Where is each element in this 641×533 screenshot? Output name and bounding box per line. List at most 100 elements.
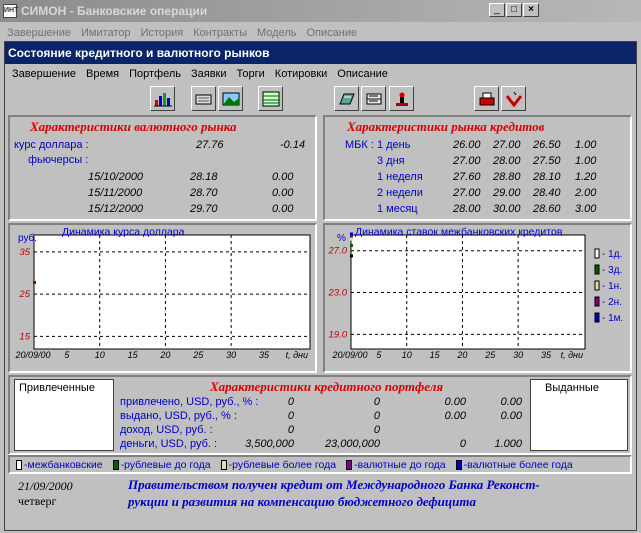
credit-rate-d: 2.00: [575, 187, 597, 199]
chart-ylabel: руб.: [18, 232, 37, 244]
app-title-bar: ИНТ СИМОН - Банковские операции: [0, 0, 641, 22]
app-title: СИМОН - Банковские операции: [21, 4, 208, 18]
attracted-list[interactable]: Привлеченные: [14, 379, 114, 451]
legend-swatch: [16, 459, 22, 470]
credit-rate-c: 26.50: [533, 139, 561, 151]
card-stack-button[interactable]: [361, 86, 386, 111]
credit-rate-a: 27.00: [453, 155, 481, 167]
credit-rate-b: 28.80: [493, 171, 521, 183]
maximize-button[interactable]: □: [506, 3, 522, 17]
menu-trades[interactable]: Торги: [232, 68, 270, 80]
issued-list[interactable]: Выданные: [530, 379, 628, 451]
portfolio-value-c: 0: [459, 438, 466, 450]
bar-chart-button[interactable]: [150, 86, 175, 111]
x-start-label: 20/09/00: [14, 350, 50, 360]
legend-label: - 1н.: [602, 281, 622, 292]
portfolio-value-a: 0: [287, 410, 294, 422]
menu-orders[interactable]: Заявки: [186, 68, 232, 80]
attracted-label: Привлеченные: [19, 382, 95, 394]
credit-rate-c: 27.50: [533, 155, 561, 167]
interbank-rates-chart-panel: Динамика ставок межбанковских кредитов% 1…: [323, 223, 632, 373]
card-stack-icon: [366, 93, 381, 104]
chart-ylabel: %: [337, 233, 346, 244]
data-point: [350, 232, 353, 236]
legend-label: - 3д.: [602, 265, 622, 276]
outer-menu-simulator[interactable]: Имитатор: [76, 27, 136, 39]
portfolio-row-label: привлечено, USD, руб., % :: [120, 396, 259, 408]
y-tick-label: 19.0: [329, 329, 348, 340]
credit-rate-c: 28.40: [533, 187, 561, 199]
market-window-title: Состояние кредитного и валютного рынков: [5, 42, 636, 64]
portfolio-value-c: 0.00: [444, 410, 466, 422]
menu-help[interactable]: Описание: [332, 68, 393, 80]
legend-label: - 2н.: [602, 297, 622, 308]
legend-swatch: [594, 312, 600, 323]
chart-title: Динамика ставок межбанковских кредитов: [355, 226, 563, 238]
close-button[interactable]: ×: [523, 3, 539, 17]
cash-button[interactable]: [191, 86, 216, 111]
landscape-icon: [222, 92, 239, 105]
news-line-1: Правительством получен кредит от Междуна…: [128, 477, 540, 492]
portfolio-value-b: 0: [373, 410, 380, 422]
credit-market-panel: Характеристики рынка кредитов МБК : 1 де…: [323, 115, 632, 221]
table-button[interactable]: [258, 86, 283, 111]
menu-time[interactable]: Время: [81, 68, 124, 80]
portfolio-value-a: 0: [287, 396, 294, 408]
futures-date: 15/11/2000: [88, 187, 143, 199]
menu-portfolio[interactable]: Портфель: [124, 68, 186, 80]
x-tick-label: 25: [484, 350, 496, 360]
legend-swatch: [220, 459, 227, 470]
x-tick-label: 30: [513, 350, 523, 360]
credit-rate-c: 28.10: [533, 171, 561, 183]
credit-market-title: Характеристики рынка кредитов: [347, 119, 545, 134]
legend-swatch: [346, 459, 353, 470]
credit-rate-d: 1.00: [575, 139, 597, 151]
minimize-button[interactable]: _: [489, 3, 505, 17]
legend-label: -валютные более года: [463, 458, 573, 471]
portfolio-row-label: деньги, USD, руб. :: [120, 438, 218, 450]
data-point: [33, 280, 36, 284]
x-tick-label: 20: [159, 350, 170, 360]
data-point: [350, 243, 353, 247]
outer-menu-exit[interactable]: Завершение: [2, 27, 76, 39]
legend-swatch: [455, 459, 462, 470]
futures-price: 29.70: [190, 203, 218, 215]
legend-label: - 1м.: [602, 313, 623, 324]
y-tick-label: 25: [18, 289, 30, 300]
legend-label: -рублевые до года: [120, 458, 211, 471]
checkmark-button[interactable]: [501, 86, 526, 111]
usd-rate-change: -0.14: [280, 139, 306, 151]
data-point: [350, 254, 353, 258]
credit-portfolio-title: Характеристики кредитного портфеля: [210, 379, 444, 394]
legend-label: -межбанковские: [24, 458, 103, 471]
cash-icon: [195, 94, 211, 104]
outer-menu-history[interactable]: История: [136, 27, 189, 39]
futures-change: 0.00: [272, 171, 294, 183]
outer-menu-help[interactable]: Описание: [301, 27, 362, 39]
outer-menubar: Завершение Имитатор История Контракты Мо…: [2, 25, 362, 41]
usd-rate-chart: Динамика курса доллара руб. 15 25 35 5 10 15 20 2…: [14, 226, 311, 360]
credit-rate-b: 27.00: [493, 139, 521, 151]
x-tick-label: 35: [259, 350, 270, 360]
futures-label: фьючерсы :: [28, 154, 89, 166]
person-button[interactable]: [389, 86, 414, 111]
menu-exit[interactable]: Завершение: [7, 68, 81, 80]
y-tick-label: 27.0: [328, 246, 348, 257]
credit-rate-b: 28.00: [493, 155, 521, 167]
outer-menu-contracts[interactable]: Контракты: [188, 27, 252, 39]
portfolio-value-d: 1.000: [494, 438, 522, 450]
folder-button[interactable]: [334, 86, 359, 111]
legend-item: -валютные более года: [455, 458, 573, 471]
landscape-button[interactable]: [218, 86, 243, 111]
outer-menu-model[interactable]: Модель: [252, 27, 301, 39]
printer-button[interactable]: [474, 86, 499, 111]
x-start-label: 20/09/00: [331, 350, 367, 360]
x-tick-label: 25: [192, 350, 204, 360]
x-tick-label: 35: [541, 350, 552, 360]
menu-quotes[interactable]: Котировки: [270, 68, 333, 80]
futures-price: 28.70: [190, 187, 218, 199]
usd-rate-label: курс доллара :: [14, 139, 89, 151]
app-icon[interactable]: ИНТ: [3, 4, 18, 18]
futures-price: 28.18: [190, 171, 218, 183]
interbank-rates-chart: Динамика ставок межбанковских кредитов% 1…: [328, 226, 624, 360]
